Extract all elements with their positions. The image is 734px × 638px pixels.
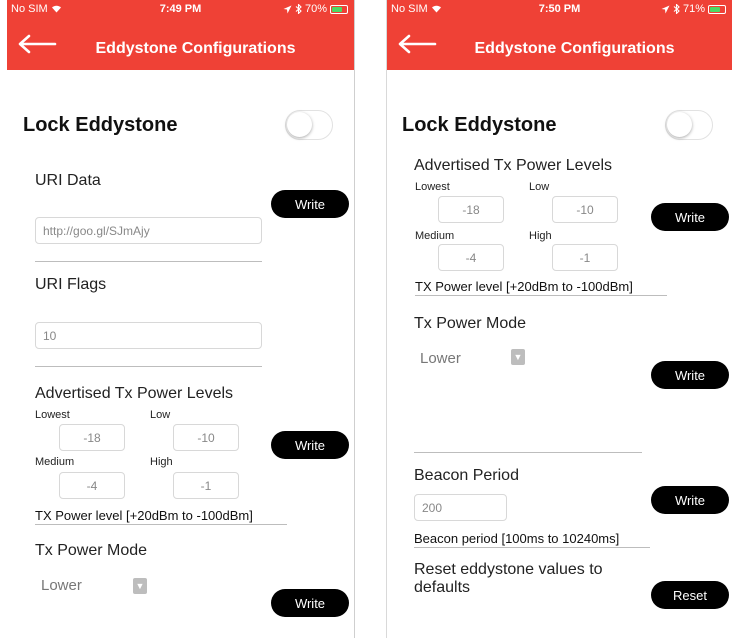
tx-mode-select[interactable]: Lower <box>41 577 82 594</box>
low-input[interactable]: -10 <box>173 424 239 451</box>
tx-levels-label: Advertised Tx Power Levels <box>414 157 613 174</box>
nav-bar: Eddystone Configurations <box>387 18 732 70</box>
lock-eddystone-toggle[interactable] <box>285 110 333 140</box>
lowest-input[interactable]: -18 <box>438 196 504 223</box>
medium-input[interactable]: -4 <box>59 472 125 499</box>
tx-levels-write-button[interactable]: Write <box>651 203 729 231</box>
lowest-label: Lowest <box>415 181 450 193</box>
high-input[interactable]: -1 <box>552 244 618 271</box>
divider <box>35 366 262 367</box>
status-bar: No SIM 7:49 PM 70% <box>7 0 354 18</box>
beacon-period-label: Beacon Period <box>414 467 519 484</box>
high-label: High <box>150 456 173 468</box>
tx-power-range-note: TX Power level [+20dBm to -100dBm] <box>35 508 287 525</box>
beacon-range-note: Beacon period [100ms to 10240ms] <box>414 531 650 548</box>
battery-icon <box>708 4 726 14</box>
bluetooth-icon <box>673 4 680 14</box>
right-phone-screen: No SIM 7:50 PM 71% Eddystone Configurati… <box>386 0 732 638</box>
reset-button[interactable]: Reset <box>651 581 729 609</box>
uri-flags-input[interactable]: 10 <box>35 322 262 349</box>
lock-eddystone-toggle[interactable] <box>665 110 713 140</box>
nav-bar: Eddystone Configurations <box>7 18 354 70</box>
high-label: High <box>529 230 552 242</box>
high-input[interactable]: -1 <box>173 472 239 499</box>
tx-power-range-note: TX Power level [+20dBm to -100dBm] <box>415 279 667 296</box>
uri-write-button[interactable]: Write <box>271 190 349 218</box>
lock-eddystone-label: Lock Eddystone <box>23 114 178 136</box>
page-title: Eddystone Configurations <box>474 40 675 57</box>
status-right: 70% <box>283 3 348 15</box>
tx-mode-write-button[interactable]: Write <box>651 361 729 389</box>
tx-levels-label: Advertised Tx Power Levels <box>35 385 234 402</box>
low-label: Low <box>150 409 171 421</box>
beacon-period-input[interactable]: 200 <box>414 494 507 521</box>
status-bar: No SIM 7:50 PM 71% <box>387 0 732 18</box>
chevron-down-icon[interactable]: ▼ <box>511 349 525 365</box>
low-label: Low <box>529 181 550 193</box>
location-arrow-icon <box>661 5 670 13</box>
tx-levels-write-button[interactable]: Write <box>271 431 349 459</box>
lowest-input[interactable]: -18 <box>59 424 125 451</box>
chevron-down-icon[interactable]: ▼ <box>133 578 147 594</box>
beacon-write-button[interactable]: Write <box>651 486 729 514</box>
divider <box>35 261 262 262</box>
lowest-label: Lowest <box>35 409 70 421</box>
low-input[interactable]: -10 <box>552 196 618 223</box>
tx-mode-label: Tx Power Mode <box>35 542 148 559</box>
uri-flags-label: URI Flags <box>35 276 107 293</box>
reset-label: Reset eddystone values to defaults <box>414 561 603 596</box>
page-title: Eddystone Configurations <box>95 40 296 57</box>
medium-label: Medium <box>415 230 455 242</box>
medium-input[interactable]: -4 <box>438 244 504 271</box>
tx-mode-select[interactable]: Lower <box>420 350 461 367</box>
tx-mode-label: Tx Power Mode <box>414 315 527 332</box>
uri-data-input[interactable]: http://goo.gl/SJmAjy <box>35 217 262 244</box>
divider <box>414 452 642 453</box>
lock-eddystone-label: Lock Eddystone <box>402 114 557 136</box>
tx-mode-write-button[interactable]: Write <box>271 589 349 617</box>
location-arrow-icon <box>283 5 292 13</box>
left-phone-screen: No SIM 7:49 PM 70% Eddystone Configurati… <box>7 0 355 638</box>
battery-percent: 71% <box>682 3 705 15</box>
status-right: 71% <box>661 3 726 15</box>
medium-label: Medium <box>35 456 75 468</box>
battery-icon <box>330 4 348 14</box>
bluetooth-icon <box>295 4 302 14</box>
uri-data-label: URI Data <box>35 172 101 189</box>
battery-percent: 70% <box>304 3 327 15</box>
